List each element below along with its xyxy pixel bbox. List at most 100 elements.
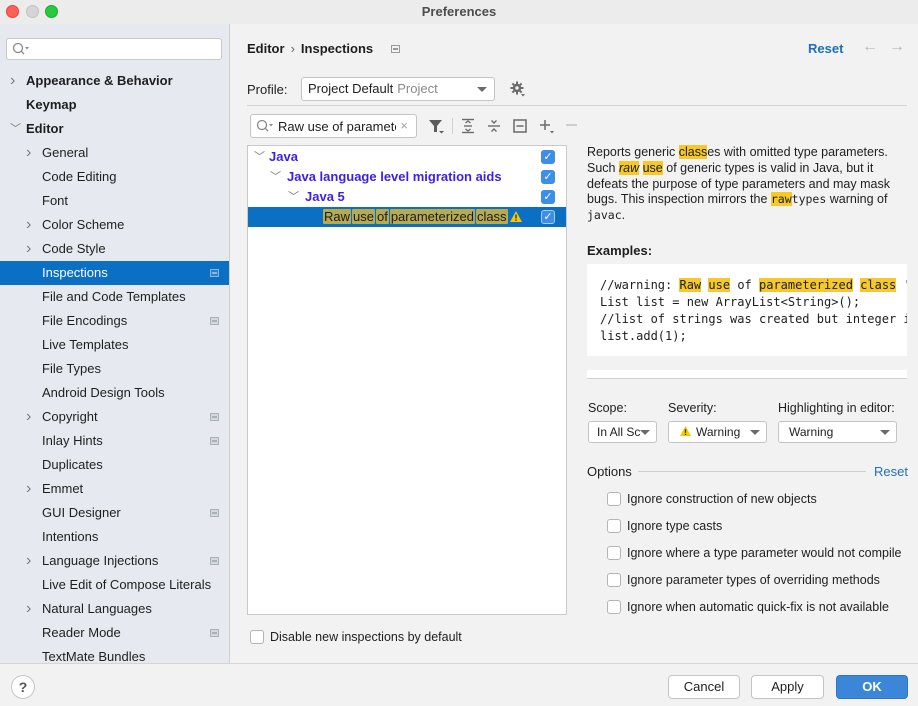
tree-row-migration-aids[interactable]: ﹀ Java language level migration aids ✓ bbox=[248, 167, 566, 187]
divider bbox=[247, 105, 907, 106]
description-text: warning of bbox=[826, 192, 888, 207]
sidebar-item-language-injections[interactable]: › Language Injections bbox=[0, 549, 229, 573]
tree-row-java[interactable]: ﹀ Java ✓ bbox=[248, 147, 566, 167]
chevron-right-icon[interactable]: › bbox=[26, 597, 36, 621]
sidebar-item-file-and-code-templates[interactable]: File and Code Templates bbox=[0, 285, 229, 309]
enabled-checkbox[interactable]: ✓ bbox=[541, 190, 555, 204]
arrow-right-icon[interactable]: → bbox=[889, 38, 905, 56]
sidebar-item-code-editing[interactable]: Code Editing bbox=[0, 165, 229, 189]
options-reset-link[interactable]: Reset bbox=[874, 464, 908, 479]
inspection-filter-input[interactable]: Raw use of paramete × bbox=[250, 114, 417, 138]
highlighting-label: Highlighting in editor: bbox=[778, 401, 895, 415]
sidebar-item-color-scheme[interactable]: › Color Scheme bbox=[0, 213, 229, 237]
clear-icon[interactable]: × bbox=[400, 118, 408, 133]
chevron-right-icon[interactable]: › bbox=[26, 477, 36, 501]
sidebar-item-live-templates[interactable]: Live Templates bbox=[0, 333, 229, 357]
cancel-button[interactable]: Cancel bbox=[668, 675, 740, 699]
enabled-checkbox[interactable]: ✓ bbox=[541, 210, 555, 224]
chevron-right-icon[interactable]: › bbox=[26, 213, 36, 237]
highlighting-dropdown[interactable]: Warning bbox=[778, 421, 897, 443]
filter-icon[interactable] bbox=[427, 117, 445, 135]
add-icon[interactable] bbox=[538, 117, 556, 135]
sidebar-item-gui-designer[interactable]: GUI Designer bbox=[0, 501, 229, 525]
description-text: types bbox=[791, 192, 827, 207]
sidebar-item-label: General bbox=[42, 145, 89, 160]
enabled-checkbox[interactable]: ✓ bbox=[541, 150, 555, 164]
description-text: javac bbox=[587, 208, 622, 223]
checkbox[interactable] bbox=[250, 630, 264, 644]
sidebar-item-emmet[interactable]: › Emmet bbox=[0, 477, 229, 501]
remove-icon[interactable] bbox=[563, 117, 581, 135]
sidebar-item-duplicates[interactable]: Duplicates bbox=[0, 453, 229, 477]
chevron-down-icon[interactable]: ﹀ bbox=[10, 117, 21, 141]
sidebar-item-font[interactable]: Font bbox=[0, 189, 229, 213]
collapse-all-icon[interactable] bbox=[485, 117, 503, 135]
tree-row-label: Java 5 bbox=[305, 189, 345, 204]
chevron-down-icon[interactable]: ﹀ bbox=[288, 187, 299, 207]
apply-button[interactable]: Apply bbox=[751, 675, 824, 699]
filter-value: Raw use of paramete bbox=[278, 119, 396, 134]
chevron-right-icon[interactable]: › bbox=[26, 141, 36, 165]
profile-dropdown[interactable]: Project Default Project bbox=[301, 77, 495, 101]
sidebar-item-label: GUI Designer bbox=[42, 505, 121, 520]
window-title: Preferences bbox=[421, 4, 497, 19]
reset-to-defaults-icon[interactable] bbox=[511, 117, 529, 135]
search-match: Raw bbox=[323, 209, 352, 224]
sidebar-item-copyright[interactable]: › Copyright bbox=[0, 405, 229, 429]
checkbox[interactable] bbox=[607, 546, 621, 560]
chevron-right-icon[interactable]: › bbox=[26, 549, 36, 573]
chevron-right-icon[interactable]: › bbox=[10, 69, 20, 93]
option-label: Ignore when automatic quick-fix is not a… bbox=[627, 600, 889, 614]
search-icon bbox=[256, 119, 273, 132]
chevron-down-icon[interactable]: ﹀ bbox=[254, 147, 265, 167]
sidebar-item-inlay-hints[interactable]: Inlay Hints bbox=[0, 429, 229, 453]
breadcrumb-inspections: Inspections bbox=[300, 41, 374, 56]
settings-sidebar: › Appearance & Behavior Keymap ﹀ Editor › Gene… bbox=[0, 24, 230, 663]
chevron-right-icon[interactable]: › bbox=[26, 405, 36, 429]
sidebar-item-label: Language Injections bbox=[42, 553, 159, 568]
sidebar-item-general[interactable]: › General bbox=[0, 141, 229, 165]
expand-all-icon[interactable] bbox=[459, 117, 477, 135]
reset-link[interactable]: Reset bbox=[808, 41, 843, 56]
chevron-right-icon[interactable]: › bbox=[26, 237, 36, 261]
divider bbox=[638, 471, 866, 472]
sidebar-item-inspections[interactable]: Inspections bbox=[0, 261, 229, 285]
severity-dropdown[interactable]: Warning bbox=[668, 421, 767, 443]
sidebar-item-live-edit-of-compose-literals[interactable]: Live Edit of Compose Literals bbox=[0, 573, 229, 597]
sidebar-item-label: Editor bbox=[26, 121, 64, 136]
checkbox[interactable] bbox=[607, 519, 621, 533]
enabled-checkbox[interactable]: ✓ bbox=[541, 170, 555, 184]
project-level-icon bbox=[210, 437, 219, 445]
tree-row-raw-use[interactable]: Raw use of parameterized class ✓ bbox=[248, 207, 566, 227]
title-bar: Preferences bbox=[0, 0, 918, 24]
breadcrumb-editor[interactable]: Editor bbox=[247, 41, 285, 56]
sidebar-item-label: Duplicates bbox=[42, 457, 103, 472]
sidebar-item-file-types[interactable]: File Types bbox=[0, 357, 229, 381]
sidebar-item-file-encodings[interactable]: File Encodings bbox=[0, 309, 229, 333]
sidebar-item-natural-languages[interactable]: › Natural Languages bbox=[0, 597, 229, 621]
sidebar-item-intentions[interactable]: Intentions bbox=[0, 525, 229, 549]
scope-dropdown[interactable]: In All Sc bbox=[588, 421, 657, 443]
tree-row-java5[interactable]: ﹀ Java 5 ✓ bbox=[248, 187, 566, 207]
checkbox[interactable] bbox=[607, 492, 621, 506]
ok-button[interactable]: OK bbox=[836, 675, 908, 699]
sidebar-item-reader-mode[interactable]: Reader Mode bbox=[0, 621, 229, 645]
sidebar-item-textmate-bundles[interactable]: TextMate Bundles bbox=[0, 645, 229, 663]
settings-search-input[interactable] bbox=[6, 38, 222, 60]
chevron-down-icon[interactable]: ﹀ bbox=[270, 167, 281, 187]
sidebar-item-android-design-tools[interactable]: Android Design Tools bbox=[0, 381, 229, 405]
checkbox[interactable] bbox=[607, 600, 621, 614]
sidebar-item-label: Natural Languages bbox=[42, 601, 152, 616]
sidebar-item-code-style[interactable]: › Code Style bbox=[0, 237, 229, 261]
sidebar-item-appearance-behavior[interactable]: › Appearance & Behavior bbox=[0, 69, 229, 93]
option-label: Ignore where a type parameter would not … bbox=[627, 546, 902, 560]
profile-scope: Project bbox=[397, 81, 438, 96]
sidebar-item-keymap[interactable]: Keymap bbox=[0, 93, 229, 117]
sidebar-item-label: Intentions bbox=[42, 529, 99, 544]
checkbox[interactable] bbox=[607, 573, 621, 587]
sidebar-item-editor[interactable]: ﹀ Editor bbox=[0, 117, 229, 141]
help-button[interactable]: ? bbox=[11, 675, 35, 699]
gear-icon[interactable] bbox=[509, 80, 527, 98]
arrow-left-icon[interactable]: ← bbox=[862, 38, 878, 56]
severity-value: Warning bbox=[696, 425, 741, 439]
